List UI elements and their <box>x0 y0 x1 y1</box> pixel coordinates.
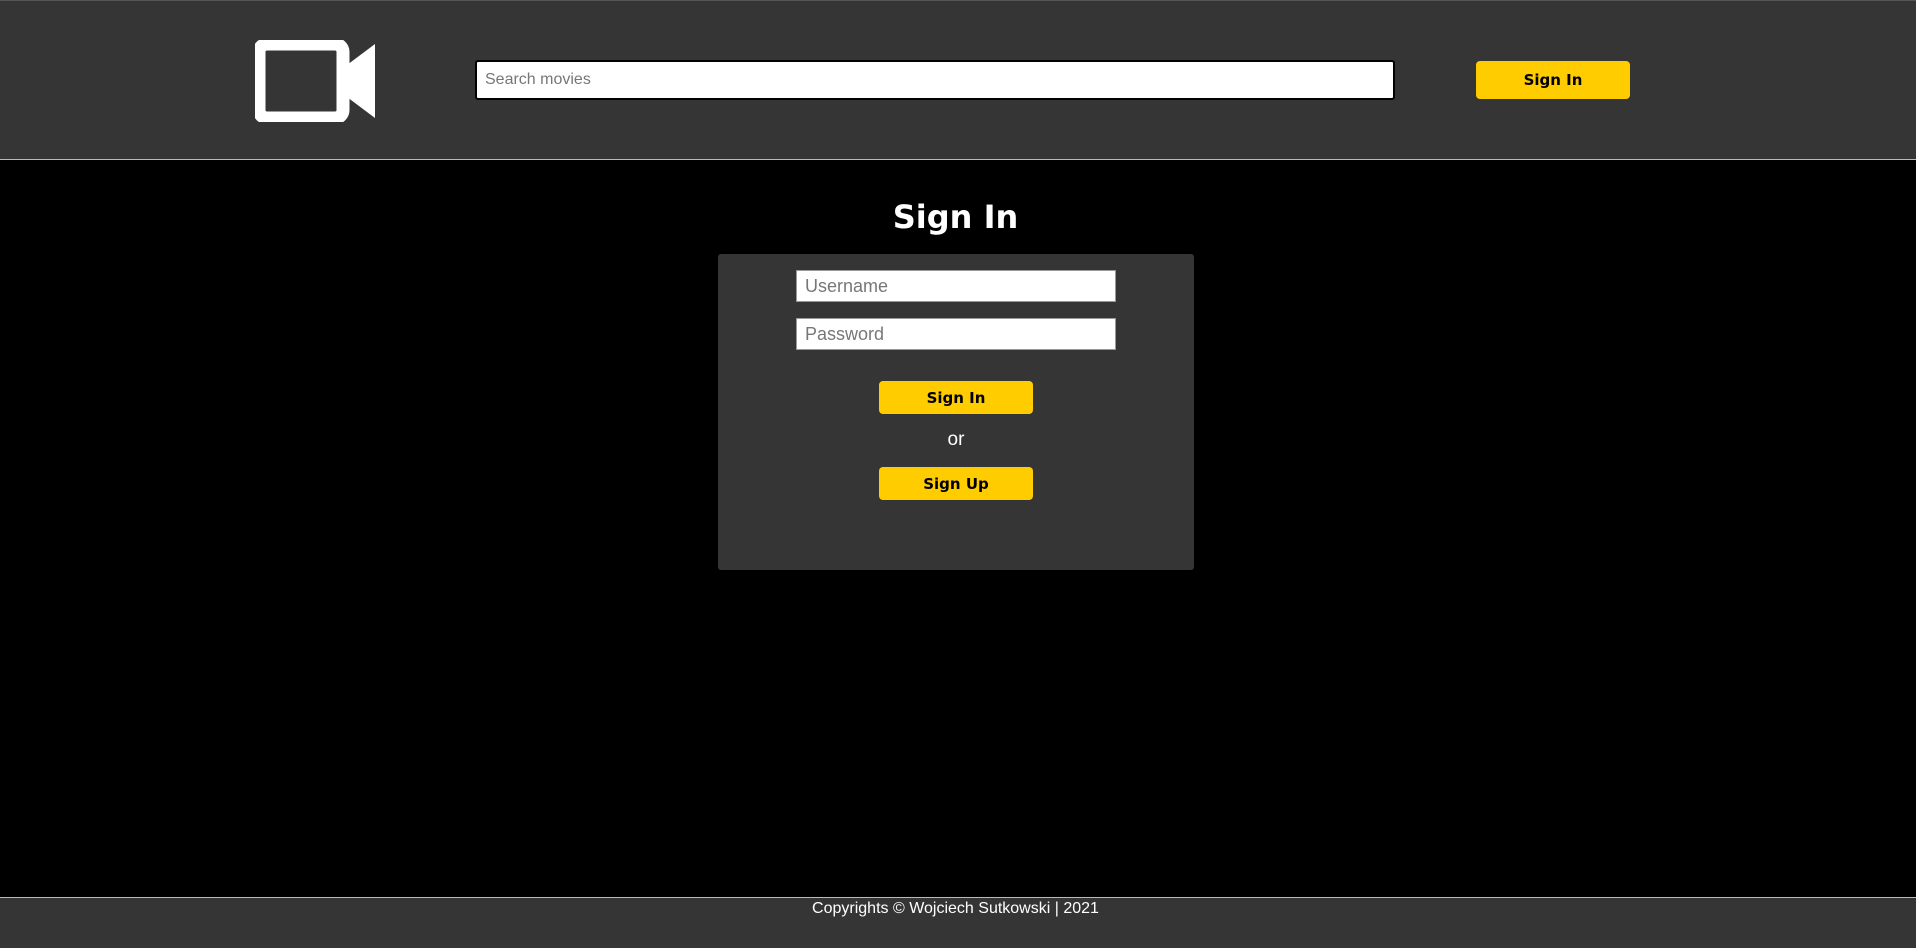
or-divider-text: or <box>947 429 965 450</box>
username-field[interactable] <box>796 270 1116 302</box>
search-input[interactable] <box>475 60 1395 100</box>
signup-button[interactable]: Sign Up <box>879 467 1033 500</box>
page-title: Sign In <box>892 198 1019 236</box>
signin-form-panel: Sign In or Sign Up <box>718 254 1194 570</box>
signin-button[interactable]: Sign In <box>879 381 1033 414</box>
password-field[interactable] <box>796 318 1116 350</box>
video-camera-icon[interactable] <box>255 40 375 122</box>
header-signin-button[interactable]: Sign In <box>1476 61 1630 99</box>
footer-copyright: Copyrights © Wojciech Sutkowski | 2021 <box>812 900 1099 917</box>
